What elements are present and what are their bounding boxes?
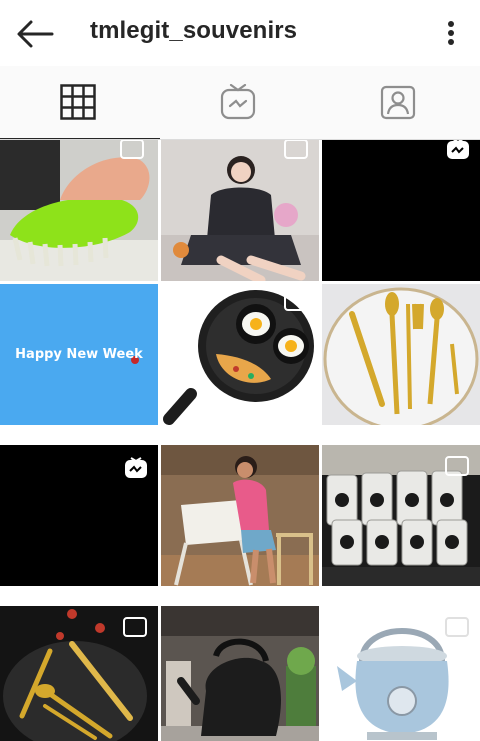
tab-grid[interactable]	[0, 66, 160, 140]
grid-icon	[60, 84, 96, 120]
tab-tagged[interactable]	[320, 66, 480, 140]
post-image	[322, 606, 480, 741]
post-image	[161, 606, 319, 741]
tab-igtv[interactable]	[160, 66, 320, 140]
igtv-icon	[447, 140, 469, 159]
post-image	[322, 140, 480, 281]
post-tile[interactable]: Happy New Week	[0, 284, 158, 425]
profile-header: tmlegit_souvenirs	[0, 0, 480, 66]
post-image	[161, 445, 319, 586]
post-image	[322, 445, 480, 586]
back-button[interactable]	[14, 14, 58, 54]
post-caption-text: Happy New Week	[15, 347, 143, 362]
post-tile[interactable]	[322, 445, 480, 586]
post-tile[interactable]	[161, 445, 319, 586]
post-tile[interactable]	[161, 284, 319, 425]
post-tile[interactable]	[0, 445, 158, 586]
post-tile[interactable]	[322, 140, 480, 281]
post-tile[interactable]	[161, 140, 319, 281]
igtv-icon	[220, 84, 256, 120]
post-tile[interactable]	[322, 606, 480, 741]
post-tile[interactable]	[161, 606, 319, 741]
post-image	[161, 284, 319, 425]
posts-grid: Happy New Week	[0, 140, 480, 741]
post-image	[161, 140, 319, 281]
post-tile[interactable]	[0, 606, 158, 741]
post-image	[0, 606, 158, 741]
more-options-button[interactable]	[438, 14, 464, 54]
tagged-user-icon	[380, 85, 416, 120]
more-vertical-icon	[448, 21, 454, 45]
post-tile[interactable]	[322, 284, 480, 425]
post-tile[interactable]	[0, 140, 158, 281]
igtv-icon	[125, 457, 147, 478]
arrow-left-icon	[17, 20, 54, 48]
post-image	[0, 140, 158, 281]
profile-tabs	[0, 66, 480, 140]
post-image	[322, 284, 480, 425]
profile-username: tmlegit_souvenirs	[90, 17, 298, 44]
